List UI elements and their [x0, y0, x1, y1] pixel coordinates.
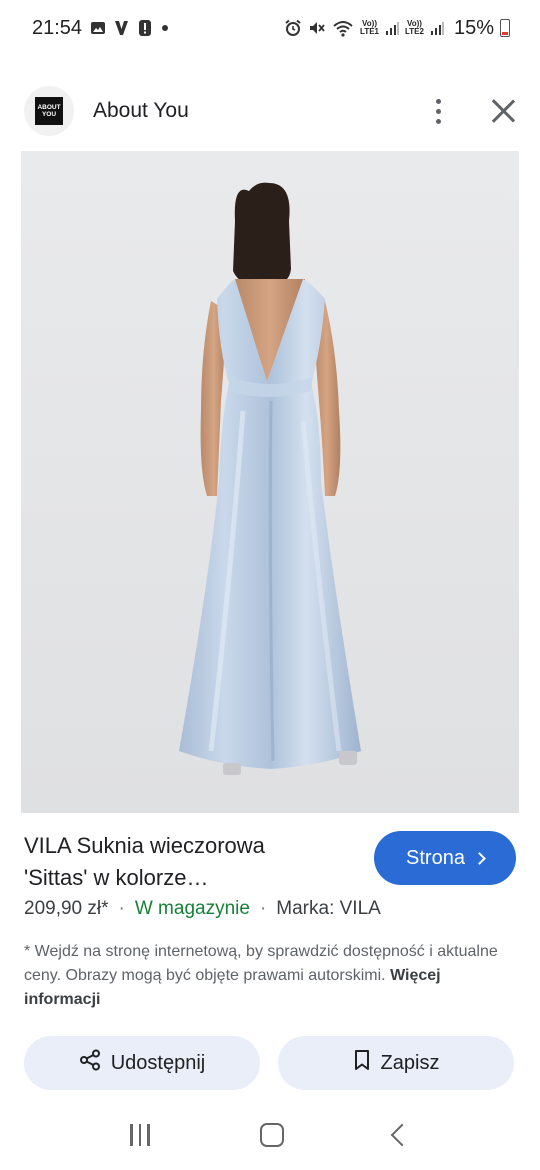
system-nav-bar [0, 1100, 540, 1170]
recent-apps-icon[interactable] [130, 1124, 150, 1146]
action-buttons: Udostępnij Zapisz [24, 1036, 514, 1090]
signal-icon [385, 20, 399, 36]
chevron-right-icon [473, 851, 486, 865]
share-button[interactable]: Udostępnij [24, 1036, 260, 1090]
close-icon[interactable] [490, 98, 516, 124]
site-logo[interactable]: ABOUT YOU [24, 86, 74, 136]
mute-icon [308, 19, 326, 37]
battery-percent: 15% [453, 16, 494, 39]
wifi-icon [332, 19, 354, 37]
product-title-row: VILA Suknia wieczorowa 'Sittas' w kolorz… [24, 830, 516, 894]
product-brand: Marka: VILA [276, 898, 381, 919]
about-you-logo-icon: ABOUT YOU [35, 97, 63, 125]
product-title-line-2: 'Sittas' w kolorze… [24, 865, 209, 890]
v-app-icon [114, 19, 130, 37]
battery-icon [500, 19, 510, 37]
status-right: Vo)) LTE1 Vo)) LTE2 15% [284, 17, 510, 40]
product-price: 209,90 zł* [24, 898, 109, 919]
logo-line-2: YOU [41, 111, 57, 118]
result-header: ABOUT YOU About You [0, 80, 540, 142]
share-label: Udostępnij [110, 1051, 206, 1074]
availability-status: W magazynie [134, 898, 250, 919]
lte1-indicator: Vo)) LTE1 [360, 20, 379, 36]
gallery-icon [90, 20, 106, 36]
product-title-line-1: VILA Suknia wieczorowa [24, 833, 265, 858]
dress-photo [21, 151, 519, 813]
save-label: Zapisz [380, 1051, 440, 1074]
product-meta: 209,90 zł* · W magazynie · Marka: VILA [24, 898, 381, 920]
signal-icon [430, 20, 444, 36]
status-bar: 21:54 Vo)) LTE1 Vo)) LTE2 15% [0, 0, 540, 56]
status-left: 21:54 [32, 17, 170, 40]
home-icon[interactable] [259, 1123, 284, 1147]
alert-icon [138, 19, 152, 37]
share-icon [79, 1049, 101, 1077]
alarm-icon [284, 19, 302, 37]
separator: · [118, 898, 125, 919]
notification-dot-icon [160, 23, 170, 33]
status-time: 21:54 [32, 16, 83, 39]
logo-line-1: ABOUT [37, 104, 61, 111]
more-options-icon[interactable] [428, 98, 448, 124]
product-title[interactable]: VILA Suknia wieczorowa 'Sittas' w kolorz… [24, 830, 324, 894]
disclaimer: * Wejdź na stronę internetową, by sprawd… [24, 940, 514, 1012]
header-actions [428, 98, 516, 124]
back-icon[interactable] [390, 1123, 414, 1147]
separator: · [259, 898, 267, 919]
lte1-label: LTE1 [360, 27, 379, 36]
bookmark-icon [353, 1049, 371, 1077]
visit-site-button[interactable]: Strona [374, 831, 516, 885]
lte2-label: LTE2 [405, 27, 424, 36]
lte2-indicator: Vo)) LTE2 [405, 20, 424, 36]
site-name[interactable]: About You [93, 99, 189, 123]
save-button[interactable]: Zapisz [278, 1036, 514, 1090]
visit-site-label: Strona [406, 846, 465, 869]
product-image[interactable] [21, 151, 519, 813]
